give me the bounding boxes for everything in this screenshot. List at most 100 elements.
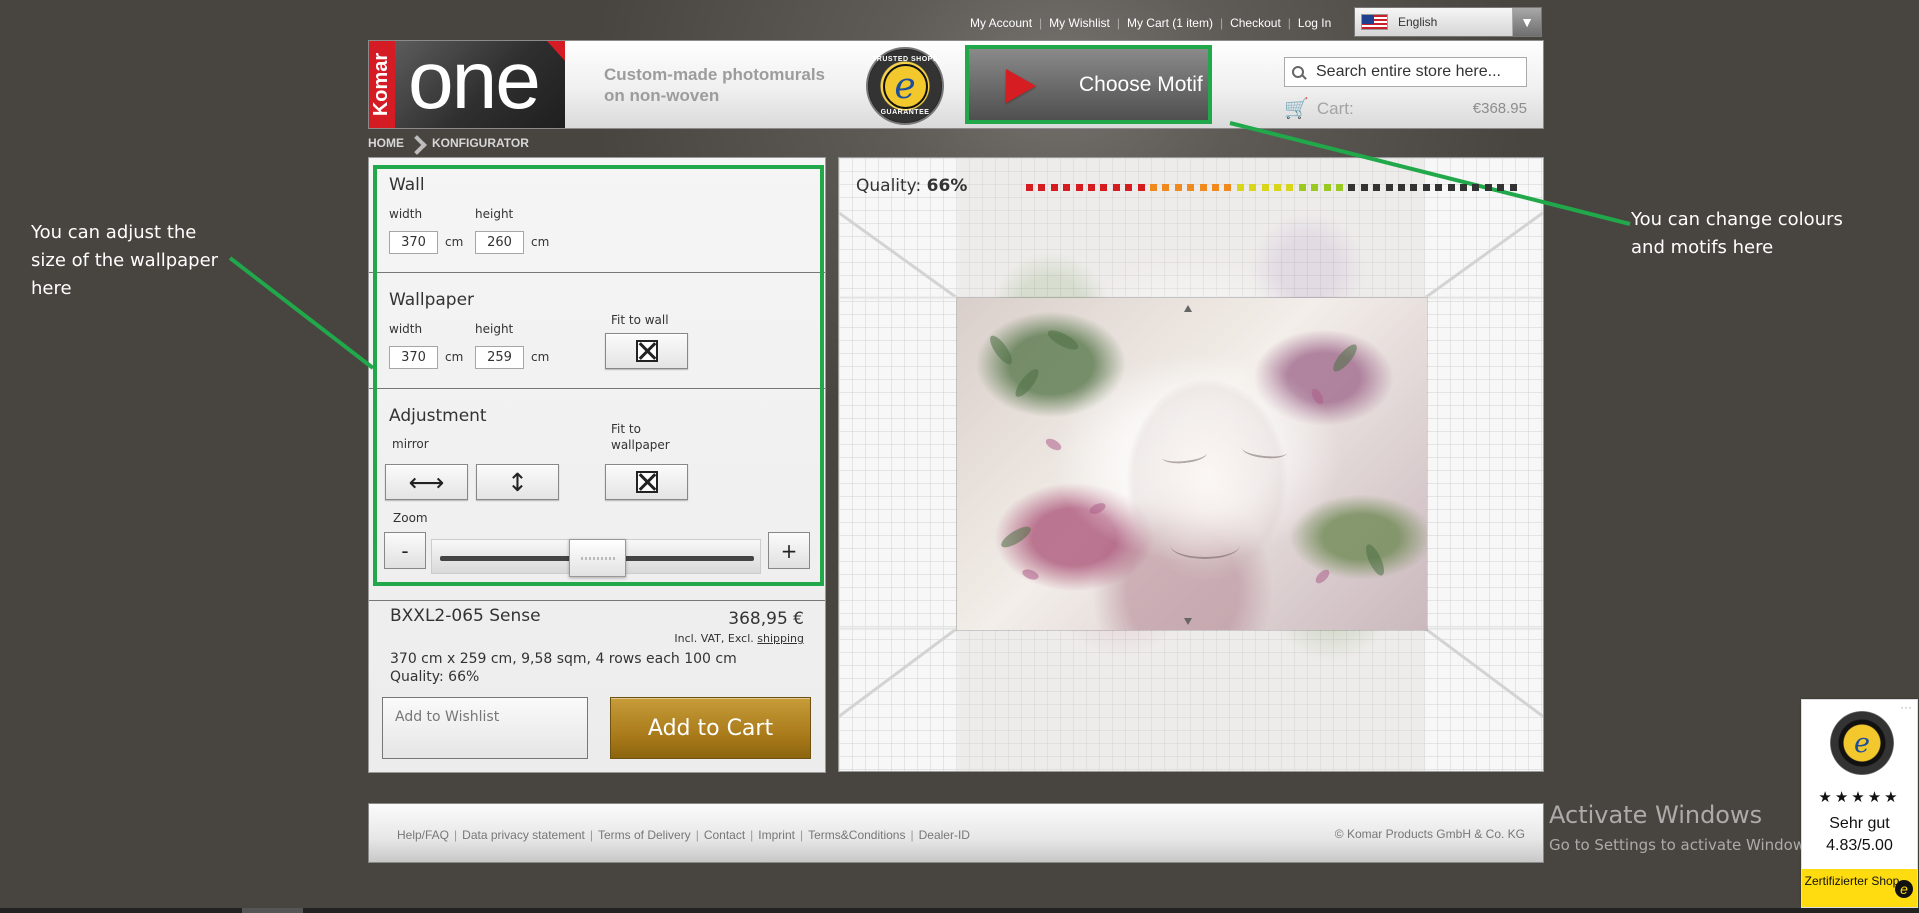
mini-cart[interactable]: 🛒 Cart: €368.95 — [1284, 98, 1527, 120]
quality-meter-segment — [1373, 184, 1380, 191]
quality-meter-segment — [1460, 184, 1467, 191]
footer-imprint-link[interactable]: Imprint — [753, 828, 800, 842]
rating-label: Sehr gut — [1829, 815, 1890, 832]
add-to-wishlist-button[interactable]: Add to Wishlist — [382, 697, 588, 759]
petal-shape — [1020, 567, 1041, 582]
breadcrumb-home-link[interactable]: HOME — [368, 136, 404, 150]
checkout-link[interactable]: Checkout — [1223, 16, 1288, 30]
quality-meter-segment — [1088, 184, 1095, 191]
my-account-link[interactable]: My Account — [963, 16, 1039, 30]
my-cart-link[interactable]: My Cart (1 item) — [1120, 16, 1220, 30]
wallpaper-width-label: width — [389, 322, 423, 336]
zoom-label: Zoom — [393, 511, 428, 525]
wallpaper-motif-image[interactable] — [957, 298, 1427, 630]
petal-shape — [1043, 436, 1064, 453]
quality-meter — [1026, 184, 1517, 192]
quality-meter-segment — [1063, 184, 1070, 191]
rating-summary: Sehr gut 4.83/5.00 — [1802, 813, 1917, 857]
windows-activation-title: Activate Windows — [1549, 801, 1763, 829]
mirror-vertical-icon: ↕ — [507, 467, 528, 497]
choose-motif-button[interactable]: Choose Motif — [965, 45, 1212, 124]
cart-label: Cart: — [1316, 98, 1354, 118]
quality-meter-segment — [1398, 184, 1405, 191]
widget-menu-icon[interactable]: ··· — [1900, 700, 1912, 714]
login-link[interactable]: Log In — [1291, 16, 1338, 30]
quality-meter-segment — [1472, 184, 1479, 191]
wall-height-input[interactable] — [475, 231, 524, 254]
wallpaper-width-unit: cm — [445, 350, 464, 364]
footer-delivery-link[interactable]: Terms of Delivery — [593, 828, 696, 842]
quality-meter-segment — [1076, 184, 1083, 191]
product-details: 370 cm x 259 cm, 9,58 sqm, 4 rows each 1… — [390, 650, 737, 686]
seal-top-text: TRUSTED SHOPS — [871, 56, 938, 63]
left-callout-line — [228, 256, 375, 370]
wall-width-input[interactable] — [389, 231, 438, 254]
chevron-right-icon — [413, 135, 423, 151]
trusted-shops-mini-e-icon: e — [1895, 880, 1913, 898]
quality-meter-segment — [1448, 184, 1455, 191]
product-quality: Quality: 66% — [390, 669, 480, 685]
one-logo[interactable]: one — [395, 41, 565, 128]
product-dimensions: 370 cm x 259 cm, 9,58 sqm, 4 rows each 1… — [390, 651, 737, 667]
quality-meter-segment — [1510, 184, 1517, 191]
wallpaper-section: Wallpaper width height cm cm Fit to wall — [369, 273, 825, 389]
wallpaper-width-input[interactable] — [389, 346, 438, 369]
quality-meter-segment — [1435, 184, 1442, 191]
quality-meter-segment — [1224, 184, 1231, 191]
wallpaper-height-unit: cm — [531, 350, 550, 364]
petal-shape — [1309, 386, 1326, 407]
quality-meter-segment — [1348, 184, 1355, 191]
quality-meter-segment — [1410, 184, 1417, 191]
quality-meter-segment — [1200, 184, 1207, 191]
leaf-shape — [998, 522, 1034, 552]
my-wishlist-link[interactable]: My Wishlist — [1042, 16, 1117, 30]
quality-meter-segment — [1386, 184, 1393, 191]
breadcrumb-current: KONFIGURATOR — [432, 136, 529, 150]
fit-to-wallpaper-button[interactable] — [605, 464, 688, 500]
mirror-horizontal-icon: ⟷ — [408, 467, 445, 497]
footer-dealer-id-link[interactable]: Dealer-ID — [914, 828, 975, 842]
windows-activation-watermark: Activate Windows Go to Settings to activ… — [1549, 801, 1818, 854]
fit-to-wall-button[interactable] — [605, 333, 688, 369]
top-alignment-marker-icon — [1184, 305, 1192, 312]
footer-contact-link[interactable]: Contact — [699, 828, 750, 842]
quality-meter-segment — [1286, 184, 1293, 191]
wall-section: Wall width height cm cm — [369, 158, 825, 273]
search-field[interactable] — [1284, 57, 1527, 87]
footer-terms-link[interactable]: Terms&Conditions — [803, 828, 910, 842]
zoom-slider[interactable] — [431, 539, 761, 577]
mirror-horizontal-button[interactable]: ⟷ — [385, 464, 468, 500]
chevron-down-icon[interactable]: ▼ — [1512, 8, 1541, 36]
add-to-cart-button[interactable]: Add to Cart — [610, 697, 811, 759]
wallpaper-preview: Quality: 66% — [838, 157, 1544, 772]
shipping-link[interactable]: shipping — [757, 632, 804, 645]
quality-meter-segment — [1262, 184, 1269, 191]
search-input[interactable] — [1314, 62, 1519, 82]
nav-separator: | — [1287, 16, 1291, 30]
wallpaper-height-input[interactable] — [475, 346, 524, 369]
mirror-vertical-button[interactable]: ↕ — [476, 464, 559, 500]
zoom-plus-button[interactable]: + — [768, 532, 810, 569]
petal-shape — [1313, 567, 1332, 586]
wallpaper-height-label: height — [475, 322, 514, 336]
cart-icon: 🛒 — [1284, 98, 1309, 120]
motif-color-annotation: You can change colours and motifs here — [1631, 209, 1843, 258]
face-mouth-shape — [1170, 531, 1240, 559]
trusted-shops-widget[interactable]: ··· e ★★★★★ Sehr gut 4.83/5.00 Zertifizi… — [1801, 699, 1918, 908]
zoom-handle[interactable] — [569, 539, 626, 577]
quality-meter-segment — [1175, 184, 1182, 191]
wallpaper-size-annotation: You can adjust the size of the wallpaper… — [31, 222, 219, 299]
footer-help-link[interactable]: Help/FAQ — [392, 828, 454, 842]
footer-links: Help/FAQ | Data privacy statement | Term… — [392, 828, 975, 842]
quality-meter-segment — [1311, 184, 1318, 191]
seal-bottom-text: GUARANTEE — [880, 109, 930, 116]
trusted-shops-widget-seal: e — [1830, 711, 1894, 775]
footer-privacy-link[interactable]: Data privacy statement — [457, 828, 590, 842]
zoom-minus-button[interactable]: - — [384, 532, 426, 569]
nav-separator: | — [1219, 16, 1224, 30]
language-selector[interactable]: English ▼ — [1354, 7, 1542, 37]
site-footer: Help/FAQ | Data privacy statement | Term… — [368, 803, 1544, 863]
preview-quality-label: Quality: 66% — [856, 176, 967, 196]
certified-shop-badge[interactable]: Zertifizierter Shop e — [1802, 869, 1917, 907]
quality-meter-segment — [1324, 184, 1331, 191]
